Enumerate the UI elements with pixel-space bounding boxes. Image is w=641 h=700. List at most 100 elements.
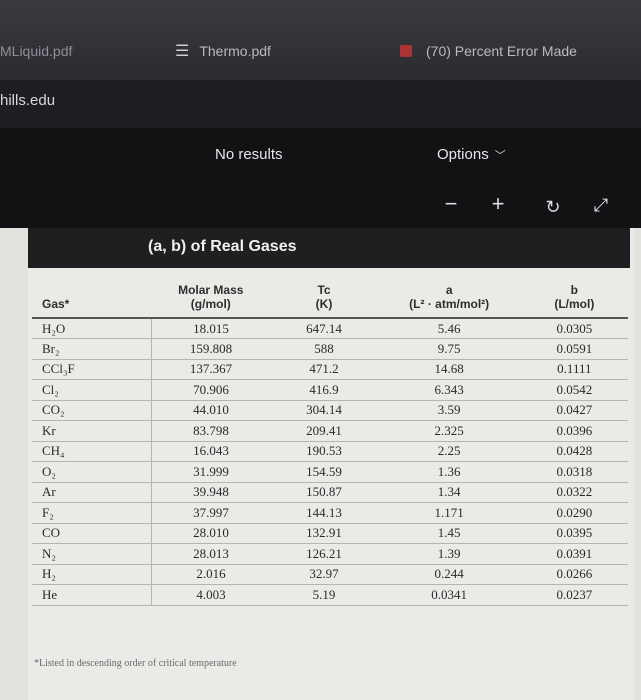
cell-a: 14.68 (377, 359, 521, 380)
cell-gas: F₂ (32, 502, 152, 524)
cell-b: 0.1111 (520, 359, 628, 380)
table-row: H₂ 2.016 32.97 0.244 0.0266 (32, 564, 628, 585)
cell-gas: Ar (32, 482, 152, 503)
table-row: CO₂ 44.010 304.14 3.59 0.0427 (32, 400, 628, 421)
cell-tc: 588 (270, 338, 378, 360)
cell-gas: CO₂ (32, 400, 152, 421)
cell-tc: 190.53 (270, 441, 378, 462)
cell-molar-mass: 2.016 (151, 564, 271, 585)
cell-b: 0.0290 (520, 502, 628, 524)
find-status: No results (215, 146, 283, 163)
table-row: H₂O 18.015 647.14 5.46 0.0305 (32, 318, 628, 339)
cell-tc: 150.87 (270, 482, 378, 503)
cell-b: 0.0391 (520, 543, 628, 565)
cell-gas: He (32, 584, 152, 606)
cell-a: 3.59 (377, 400, 521, 421)
cell-tc: 154.59 (270, 461, 378, 483)
cell-b: 0.0427 (520, 400, 628, 421)
table-row: Br₂ 159.808 588 9.75 0.0591 (32, 338, 628, 360)
cell-a: 1.34 (377, 482, 521, 503)
table-row: CCl₃F 137.367 471.2 14.68 0.1111 (32, 359, 628, 380)
menu-icon: ☰ (175, 43, 190, 60)
cell-b: 0.0266 (520, 564, 628, 585)
cell-molar-mass: 16.043 (151, 441, 271, 462)
zoom-in-icon[interactable]: + (485, 193, 511, 215)
cell-gas: Kr (32, 420, 152, 442)
header-a: a (L² · atm/mol²) (377, 268, 521, 319)
address-bar[interactable]: hills.edu (0, 80, 641, 128)
cell-molar-mass: 28.013 (151, 543, 271, 565)
cell-molar-mass: 18.015 (151, 318, 271, 339)
table-row: Cl₂ 70.906 416.9 6.343 0.0542 (32, 379, 628, 401)
table-row: O₂ 31.999 154.59 1.36 0.0318 (32, 461, 628, 483)
cell-a: 2.25 (377, 441, 521, 462)
cell-tc: 209.41 (270, 420, 378, 442)
cell-tc: 5.19 (270, 584, 378, 606)
cell-a: 2.325 (377, 420, 521, 442)
browser-tab-bar: MLiquid.pdf ☰ Thermo.pdf (70) Percent Er… (0, 0, 641, 80)
table-row: Kr 83.798 209.41 2.325 0.0396 (32, 420, 628, 442)
table-title: (a, b) of Real Gases (28, 228, 630, 268)
rotate-icon[interactable]: ↻ (540, 196, 566, 218)
cell-molar-mass: 4.003 (151, 584, 271, 606)
cell-a: 1.39 (377, 543, 521, 565)
cell-tc: 126.21 (270, 543, 378, 565)
cell-molar-mass: 28.010 (151, 523, 271, 544)
cell-a: 5.46 (377, 318, 521, 339)
table-row: CO 28.010 132.91 1.45 0.0395 (32, 523, 628, 544)
cell-b: 0.0428 (520, 441, 628, 462)
cell-molar-mass: 159.808 (151, 338, 271, 360)
cell-a: 1.171 (377, 502, 521, 524)
cell-molar-mass: 83.798 (151, 420, 271, 442)
cell-tc: 132.91 (270, 523, 378, 544)
cell-a: 6.343 (377, 379, 521, 401)
table-row: CH₄ 16.043 190.53 2.25 0.0428 (32, 441, 628, 462)
cell-gas: Br₂ (32, 338, 152, 360)
cell-b: 0.0305 (520, 318, 628, 339)
cell-tc: 647.14 (270, 318, 378, 339)
cell-b: 0.0396 (520, 420, 628, 442)
cell-molar-mass: 37.997 (151, 502, 271, 524)
cell-molar-mass: 31.999 (151, 461, 271, 483)
zoom-out-icon[interactable]: − (438, 193, 464, 215)
cell-b: 0.0591 (520, 338, 628, 360)
tab-mliquid[interactable]: MLiquid.pdf (0, 36, 165, 66)
options-button[interactable]: Options ﹀ (437, 146, 506, 163)
cell-a: 0.0341 (377, 584, 521, 606)
cell-gas: N₂ (32, 543, 152, 565)
header-b: b (L/mol) (520, 268, 628, 319)
cell-tc: 416.9 (270, 379, 378, 401)
table-row: N₂ 28.013 126.21 1.39 0.0391 (32, 543, 628, 565)
tab-label: Thermo.pdf (199, 43, 271, 59)
cell-tc: 144.13 (270, 502, 378, 524)
cell-b: 0.0237 (520, 584, 628, 606)
cell-molar-mass: 137.367 (151, 359, 271, 380)
cell-b: 0.0318 (520, 461, 628, 483)
cell-b: 0.0395 (520, 523, 628, 544)
cell-gas: Cl₂ (32, 379, 152, 401)
pdf-viewer-toolbar: No results Options ﹀ − + ↻ ⤢ (0, 128, 641, 228)
real-gases-table: Gas* Molar Mass (g/mol) Tc (K) a (L² · a… (32, 268, 628, 606)
cell-tc: 471.2 (270, 359, 378, 380)
cell-gas: CH₄ (32, 441, 152, 462)
table-footnote: *Listed in descending order of critical … (34, 658, 237, 669)
header-molar-mass: Molar Mass (g/mol) (151, 268, 271, 319)
table-header-row: Gas* Molar Mass (g/mol) Tc (K) a (L² · a… (32, 268, 628, 319)
pdf-page: (a, b) of Real Gases Gas* Molar Mass (g/… (28, 228, 634, 700)
tab-label: (70) Percent Error Made (426, 43, 577, 59)
cell-tc: 32.97 (270, 564, 378, 585)
cell-gas: O₂ (32, 461, 152, 483)
cell-a: 9.75 (377, 338, 521, 360)
options-label: Options (437, 146, 489, 163)
cell-gas: CCl₃F (32, 359, 152, 380)
header-tc: Tc (K) (270, 268, 378, 319)
expand-icon[interactable]: ⤢ (588, 194, 614, 216)
cell-gas: CO (32, 523, 152, 544)
cell-a: 1.36 (377, 461, 521, 483)
cell-molar-mass: 70.906 (151, 379, 271, 401)
tab-percent-error[interactable]: (70) Percent Error Made (400, 36, 630, 66)
table-row: F₂ 37.997 144.13 1.171 0.0290 (32, 502, 628, 524)
pdf-page-area[interactable]: (a, b) of Real Gases Gas* Molar Mass (g/… (0, 228, 641, 700)
cell-b: 0.0322 (520, 482, 628, 503)
tab-thermo[interactable]: ☰ Thermo.pdf (175, 36, 385, 66)
